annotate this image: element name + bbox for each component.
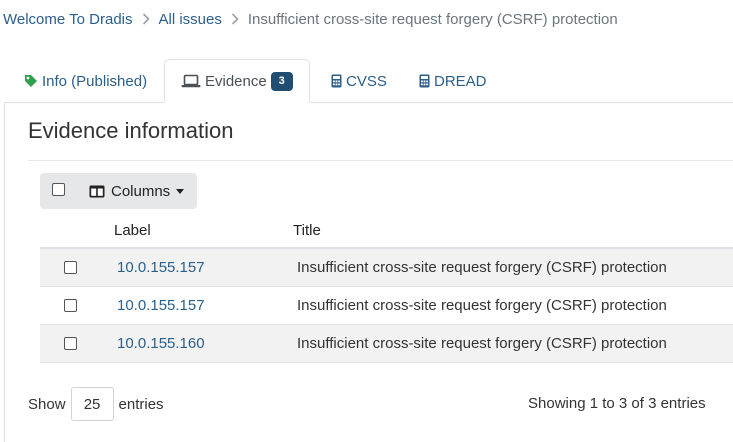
laptop-icon [181, 74, 201, 88]
show-label: Show [28, 395, 66, 413]
row-checkbox[interactable] [64, 299, 77, 312]
tab-evidence-label: Evidence [205, 72, 267, 90]
evidence-label-link[interactable]: 10.0.155.157 [117, 297, 205, 314]
evidence-title: Insufficient cross-site request forgery … [297, 297, 667, 314]
table-row: 10.0.155.157 Insufficient cross-site req… [40, 249, 733, 287]
breadcrumb: Welcome To Dradis All issues Insufficien… [3, 9, 618, 29]
table-header: Label Title [40, 212, 733, 249]
tab-info[interactable]: Info (Published) [24, 59, 147, 103]
tab-info-label: Info (Published) [42, 72, 148, 90]
row-checkbox[interactable] [64, 261, 77, 274]
table-info: Showing 1 to 3 of 3 entries [528, 395, 706, 412]
columns-dropdown-button[interactable]: Columns [89, 173, 185, 209]
breadcrumb-all-issues-link[interactable]: All issues [159, 11, 222, 28]
select-all-checkbox[interactable] [52, 183, 65, 196]
calculator-icon [331, 74, 342, 88]
tab-dread-label: DREAD [434, 72, 487, 90]
chevron-right-icon [142, 13, 150, 25]
section-title: Evidence information [28, 118, 234, 143]
tab-dread[interactable]: DREAD [419, 59, 487, 103]
entries-label: entries [118, 395, 164, 413]
chevron-right-icon [231, 13, 239, 25]
tab-evidence[interactable]: Evidence 3 [164, 59, 310, 103]
section-divider [28, 160, 733, 161]
table-row: 10.0.155.160 Insufficient cross-site req… [40, 325, 733, 363]
column-header-label[interactable]: Label [114, 222, 151, 239]
table-row: 10.0.155.157 Insufficient cross-site req… [40, 287, 733, 325]
evidence-count-badge: 3 [270, 71, 293, 91]
tab-cvss-label: CVSS [346, 72, 387, 90]
columns-button-label: Columns [111, 182, 171, 200]
evidence-label-link[interactable]: 10.0.155.157 [117, 259, 205, 276]
evidence-table: Label Title 10.0.155.157 Insufficient cr… [40, 212, 733, 363]
breadcrumb-home-link[interactable]: Welcome To Dradis [3, 11, 133, 28]
column-header-title[interactable]: Title [293, 222, 321, 239]
issue-tabs: Info (Published) Evidence 3 CVSS DREAD [0, 59, 733, 103]
row-checkbox[interactable] [64, 337, 77, 350]
evidence-title: Insufficient cross-site request forgery … [297, 259, 667, 276]
breadcrumb-current: Insufficient cross-site request forgery … [247, 10, 618, 28]
caret-down-icon [176, 188, 185, 194]
tab-cvss[interactable]: CVSS [331, 59, 387, 103]
page-length-control: Show entries [28, 387, 164, 421]
evidence-title: Insufficient cross-site request forgery … [297, 335, 667, 352]
columns-icon [89, 185, 105, 198]
page-size-input[interactable] [70, 387, 114, 421]
evidence-label-link[interactable]: 10.0.155.160 [117, 335, 205, 352]
table-toolbar: Columns [40, 173, 197, 209]
calculator-icon [419, 74, 430, 88]
tag-icon [24, 74, 38, 88]
